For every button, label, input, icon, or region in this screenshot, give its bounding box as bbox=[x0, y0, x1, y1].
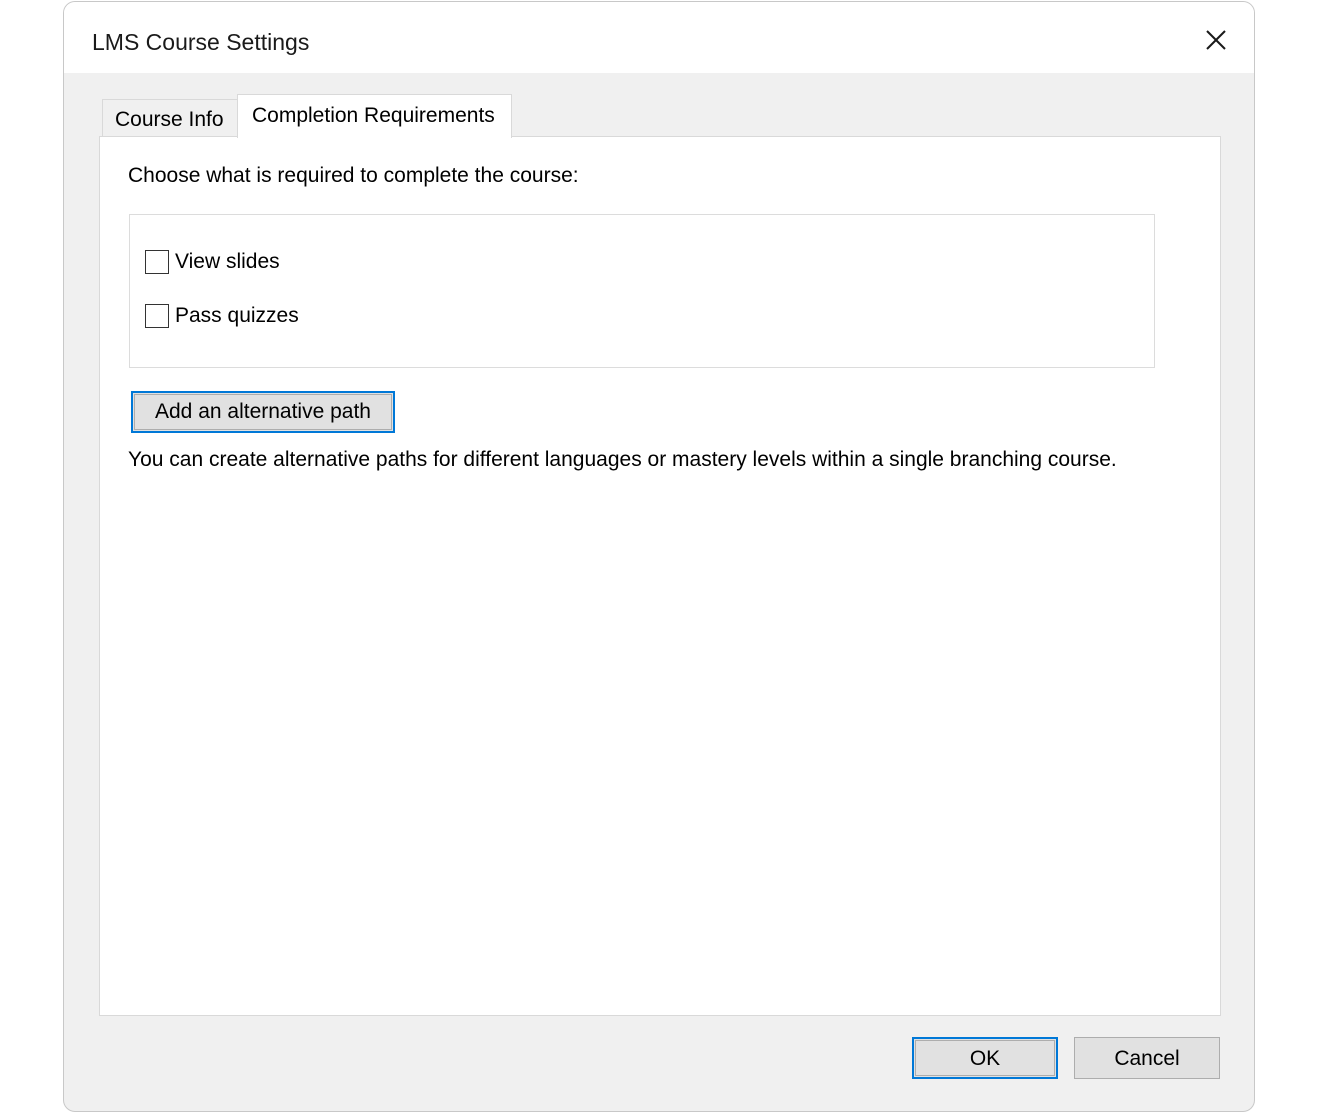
close-button[interactable] bbox=[1200, 24, 1232, 56]
view-slides-checkbox[interactable] bbox=[145, 250, 169, 274]
add-alternative-path-button[interactable]: Add an alternative path bbox=[131, 391, 395, 433]
alternative-path-help-text: You can create alternative paths for dif… bbox=[128, 448, 1117, 471]
cancel-button[interactable]: Cancel bbox=[1074, 1037, 1220, 1079]
requirements-group: View slides Pass quizzes bbox=[129, 214, 1155, 368]
ok-button[interactable]: OK bbox=[912, 1037, 1058, 1079]
tab-completion-requirements[interactable]: Completion Requirements bbox=[237, 94, 512, 138]
dialog-title: LMS Course Settings bbox=[92, 29, 310, 55]
title-bar: LMS Course Settings bbox=[64, 2, 1254, 73]
lms-course-settings-dialog: LMS Course Settings Course Info Completi… bbox=[63, 1, 1255, 1112]
instruction-text: Choose what is required to complete the … bbox=[128, 164, 579, 187]
completion-requirements-panel: Choose what is required to complete the … bbox=[99, 136, 1221, 1016]
view-slides-label[interactable]: View slides bbox=[175, 250, 280, 274]
tab-course-info[interactable]: Course Info bbox=[102, 99, 238, 136]
close-icon bbox=[1206, 30, 1226, 50]
pass-quizzes-label[interactable]: Pass quizzes bbox=[175, 304, 299, 328]
pass-quizzes-checkbox[interactable] bbox=[145, 304, 169, 328]
pass-quizzes-option[interactable]: Pass quizzes bbox=[145, 302, 299, 330]
view-slides-option[interactable]: View slides bbox=[145, 248, 280, 276]
